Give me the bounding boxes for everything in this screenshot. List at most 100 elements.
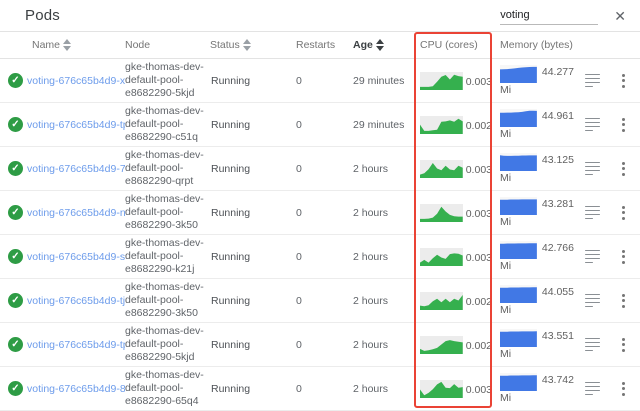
table-row: ✓ voting-676c65b4d9-srl gke-thomas-dev-d… xyxy=(0,235,640,279)
memory-sparkline-chart xyxy=(500,329,537,347)
sort-icon xyxy=(63,39,71,51)
memory-sparkline-chart xyxy=(500,197,537,215)
cpu-sparkline-chart xyxy=(420,72,463,90)
pod-name-link[interactable]: voting-676c65b4d9-72 xyxy=(27,163,125,175)
column-header-memory[interactable]: Memory (bytes) xyxy=(492,39,574,51)
pod-ok-status-icon: ✓ xyxy=(8,73,23,88)
more-actions-menu-icon[interactable] xyxy=(620,336,627,354)
close-icon[interactable]: ✕ xyxy=(614,9,626,23)
pod-status: Running xyxy=(210,295,290,307)
container-logs-icon[interactable] xyxy=(585,250,600,264)
cpu-value: 0.003 xyxy=(466,209,492,222)
node-name: gke-thomas-dev-default-pool-e8682290-5kj… xyxy=(125,325,210,364)
memory-sparkline-chart xyxy=(500,109,537,127)
pod-name-link[interactable]: voting-676c65b4d9-tpj xyxy=(27,339,125,351)
table-header: Name Node Status Restarts Age CPU (cores… xyxy=(0,32,640,59)
memory-unit: Mi xyxy=(500,260,574,272)
memory-value: 44.055 xyxy=(542,285,574,300)
memory-unit: Mi xyxy=(500,304,574,316)
memory-sparkline-chart xyxy=(500,153,537,171)
column-header-restarts[interactable]: Restarts xyxy=(290,39,350,51)
pod-age: 2 hours xyxy=(350,339,417,351)
search-input[interactable]: voting xyxy=(500,7,598,25)
pod-status: Running xyxy=(210,163,290,175)
container-logs-icon[interactable] xyxy=(585,294,600,308)
container-logs-icon[interactable] xyxy=(585,338,600,352)
node-name: gke-thomas-dev-default-pool-e8682290-3k5… xyxy=(125,193,210,232)
more-actions-menu-icon[interactable] xyxy=(620,116,627,134)
pod-status: Running xyxy=(210,383,290,395)
more-actions-menu-icon[interactable] xyxy=(620,72,627,90)
pod-age: 2 hours xyxy=(350,207,417,219)
more-actions-menu-icon[interactable] xyxy=(620,248,627,266)
column-header-age[interactable]: Age xyxy=(350,39,417,51)
memory-value: 44.277 xyxy=(542,65,574,80)
pod-restarts: 0 xyxy=(290,295,350,307)
pod-name-link[interactable]: voting-676c65b4d9-xs xyxy=(27,75,125,87)
node-name: gke-thomas-dev-default-pool-e8682290-65q… xyxy=(125,369,210,408)
more-actions-menu-icon[interactable] xyxy=(620,292,627,310)
pod-ok-status-icon: ✓ xyxy=(8,337,23,352)
container-logs-icon[interactable] xyxy=(585,162,600,176)
memory-unit: Mi xyxy=(500,392,574,404)
column-header-name[interactable]: Name xyxy=(8,39,125,51)
cpu-value: 0.003 xyxy=(466,165,492,178)
node-name: gke-thomas-dev-default-pool-e8682290-qrp… xyxy=(125,149,210,188)
container-logs-icon[interactable] xyxy=(585,74,600,88)
memory-sparkline-chart xyxy=(500,65,537,83)
cpu-value: 0.003 xyxy=(466,77,492,90)
memory-value: 43.742 xyxy=(542,373,574,388)
cpu-sparkline-chart xyxy=(420,160,463,178)
pod-name-link[interactable]: voting-676c65b4d9-tpr xyxy=(27,119,125,131)
column-header-cpu[interactable]: CPU (cores) xyxy=(417,39,492,51)
pod-restarts: 0 xyxy=(290,207,350,219)
column-header-node[interactable]: Node xyxy=(125,39,210,51)
pod-ok-status-icon: ✓ xyxy=(8,161,23,176)
pod-restarts: 0 xyxy=(290,75,350,87)
cpu-sparkline-chart xyxy=(420,248,463,266)
page-title: Pods xyxy=(25,7,60,24)
more-actions-menu-icon[interactable] xyxy=(620,160,627,178)
pod-name-link[interactable]: voting-676c65b4d9-8ft xyxy=(27,383,125,395)
more-actions-menu-icon[interactable] xyxy=(620,380,627,398)
pod-restarts: 0 xyxy=(290,339,350,351)
pod-ok-status-icon: ✓ xyxy=(8,117,23,132)
container-logs-icon[interactable] xyxy=(585,118,600,132)
cpu-sparkline-chart xyxy=(420,336,463,354)
cpu-sparkline-chart xyxy=(420,380,463,398)
pod-ok-status-icon: ✓ xyxy=(8,205,23,220)
pod-restarts: 0 xyxy=(290,383,350,395)
memory-sparkline-chart xyxy=(500,285,537,303)
page-header: Pods voting ✕ xyxy=(0,0,640,32)
pod-restarts: 0 xyxy=(290,119,350,131)
table-row: ✓ voting-676c65b4d9-nv gke-thomas-dev-de… xyxy=(0,191,640,235)
cpu-value: 0.002 xyxy=(466,121,492,134)
pod-age: 29 minutes xyxy=(350,119,417,131)
pod-status: Running xyxy=(210,207,290,219)
sort-icon xyxy=(376,39,384,51)
container-logs-icon[interactable] xyxy=(585,382,600,396)
pod-ok-status-icon: ✓ xyxy=(8,381,23,396)
column-header-status[interactable]: Status xyxy=(210,39,290,51)
cpu-sparkline-chart xyxy=(420,292,463,310)
memory-sparkline-chart xyxy=(500,241,537,259)
sort-icon xyxy=(243,39,251,51)
more-actions-menu-icon[interactable] xyxy=(620,204,627,222)
pod-name-link[interactable]: voting-676c65b4d9-srl xyxy=(27,251,125,263)
cpu-value: 0.002 xyxy=(466,297,492,310)
pod-status: Running xyxy=(210,75,290,87)
table-body: ✓ voting-676c65b4d9-xs gke-thomas-dev-de… xyxy=(0,59,640,411)
container-logs-icon[interactable] xyxy=(585,206,600,220)
pod-age: 29 minutes xyxy=(350,75,417,87)
pod-name-link[interactable]: voting-676c65b4d9-nv xyxy=(27,207,125,219)
memory-unit: Mi xyxy=(500,128,574,140)
memory-value: 42.766 xyxy=(542,241,574,256)
pod-age: 2 hours xyxy=(350,295,417,307)
memory-value: 43.125 xyxy=(542,153,574,168)
node-name: gke-thomas-dev-default-pool-e8682290-k21… xyxy=(125,237,210,276)
table-row: ✓ voting-676c65b4d9-tj6 gke-thomas-dev-d… xyxy=(0,279,640,323)
table-row: ✓ voting-676c65b4d9-tpr gke-thomas-dev-d… xyxy=(0,103,640,147)
table-row: ✓ voting-676c65b4d9-72 gke-thomas-dev-de… xyxy=(0,147,640,191)
pod-name-link[interactable]: voting-676c65b4d9-tj6 xyxy=(27,295,125,307)
table-row: ✓ voting-676c65b4d9-tpj gke-thomas-dev-d… xyxy=(0,323,640,367)
